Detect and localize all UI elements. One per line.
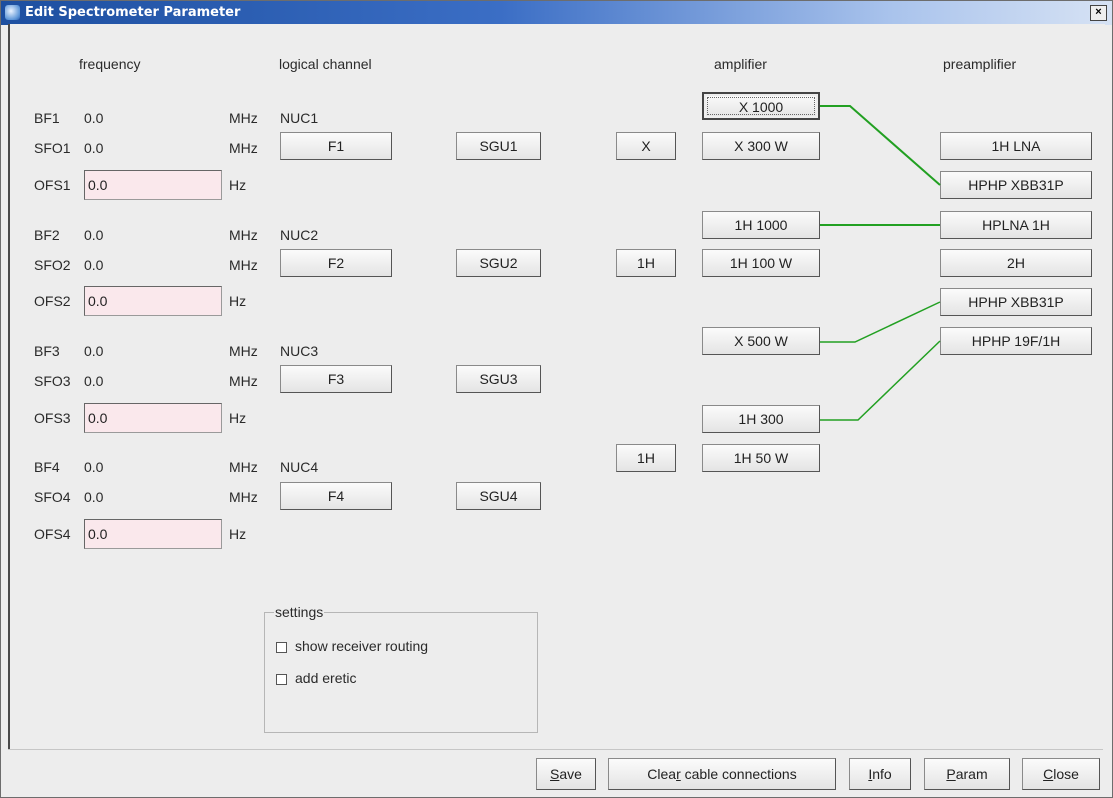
param-label-rest: aram (955, 766, 988, 782)
close-button[interactable]: Close (1022, 758, 1100, 790)
clear-label-start: Clea (647, 766, 677, 782)
close-label-rest: lose (1053, 766, 1079, 782)
info-button[interactable]: Info (849, 758, 911, 790)
info-label-rest: nfo (872, 766, 892, 782)
save-mnemonic: S (550, 766, 560, 782)
settings-legend: settings (274, 604, 325, 620)
show-receiver-routing-label[interactable]: show receiver routing (295, 638, 428, 654)
add-eretic-label[interactable]: add eretic (295, 670, 356, 686)
param-button[interactable]: Param (924, 758, 1010, 790)
close-mnemonic: C (1043, 766, 1054, 782)
add-eretic-checkbox[interactable] (276, 674, 287, 685)
cable-x1000-to-hphp-xbb31p[interactable] (820, 105, 941, 186)
clear-label-rest: cable connections (680, 766, 797, 782)
cable-x500w-to-hphp-xbb31p[interactable] (820, 301, 941, 343)
param-mnemonic: P (946, 766, 956, 782)
show-receiver-routing-checkbox[interactable] (276, 642, 287, 653)
save-label-rest: ave (559, 766, 582, 782)
cable-1h300-to-hphp-19f-1h[interactable] (820, 340, 941, 421)
cable-connections (820, 105, 941, 421)
clear-cable-connections-button[interactable]: Clear cable connections (608, 758, 836, 790)
save-button[interactable]: Save (536, 758, 596, 790)
